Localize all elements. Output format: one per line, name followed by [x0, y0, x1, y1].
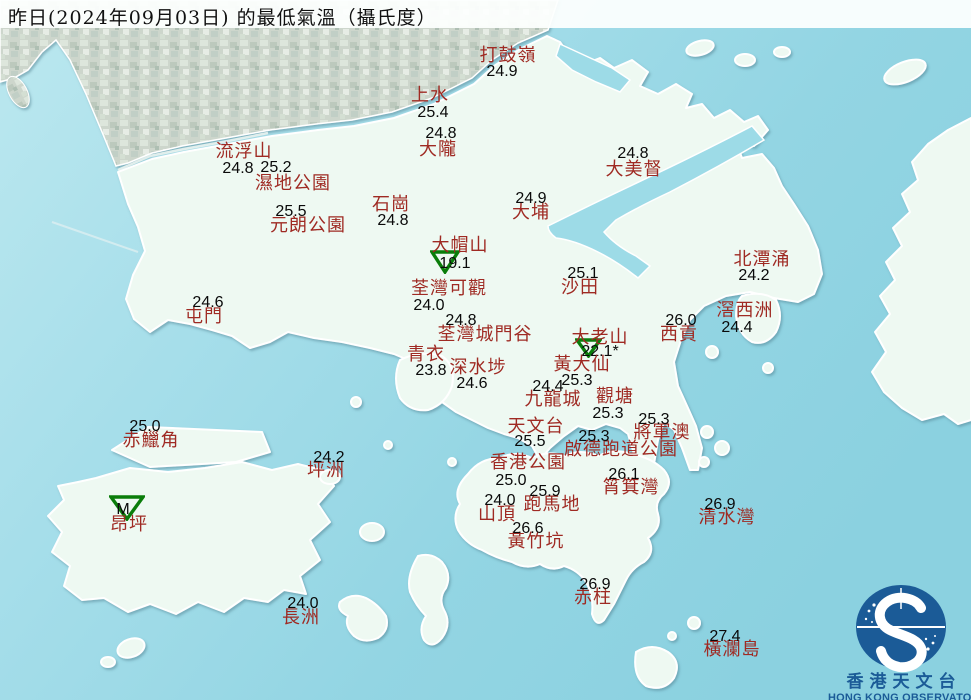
hko-logo: 香港天文台 HONG KONG OBSERVATORY	[828, 581, 971, 700]
station-value: 23.8	[415, 363, 446, 379]
station-value: 24.2	[738, 268, 769, 284]
station-value: 24.8	[425, 126, 456, 142]
station-value: 24.8	[445, 313, 476, 329]
station-value: 24.2	[313, 450, 344, 466]
station-name: 滘西洲	[717, 302, 774, 320]
station-name: 觀塘	[596, 388, 634, 406]
station-value: 25.5	[275, 204, 306, 220]
title-bar: 昨日(2024年09月03日) 的最低氣溫（攝氏度）	[0, 0, 971, 28]
station-value: 24.9	[515, 191, 546, 207]
station-value: 24.0	[287, 596, 318, 612]
station-name: 荃灣可觀	[411, 280, 487, 298]
station-name: 大帽山	[432, 237, 489, 255]
station-value: 25.4	[417, 105, 448, 121]
weather-map-screen: 昨日(2024年09月03日) 的最低氣溫（攝氏度） 打鼓嶺24.9上水25.4…	[0, 0, 971, 700]
station-value: 24.8	[617, 146, 648, 162]
station-name: 濕地公園	[255, 175, 331, 193]
station-name: 上水	[411, 87, 449, 105]
station-value: 24.6	[456, 376, 487, 392]
station-name: 昂坪	[110, 516, 148, 534]
station-value: 25.3	[638, 412, 669, 428]
station-value: 25.2	[260, 160, 291, 176]
station-value: 24.4	[721, 320, 752, 336]
station-value: 26.0	[665, 313, 696, 329]
station-name: 大美督	[606, 161, 663, 179]
station-layer: 打鼓嶺24.9上水25.4大隴24.8大美督24.8流浮山24.8濕地公園25.…	[0, 0, 971, 700]
page-title: 昨日(2024年09月03日) 的最低氣溫（攝氏度）	[8, 3, 437, 30]
station-value: 27.4	[709, 629, 740, 645]
station-value: 26.1	[608, 467, 639, 483]
station-value: 24.8	[377, 213, 408, 229]
station-value: M	[116, 502, 129, 518]
station-value: 25.3	[561, 373, 592, 389]
station-value: 24.9	[486, 64, 517, 80]
station-value: 24.0	[484, 493, 515, 509]
station-value: 25.3	[592, 406, 623, 422]
hko-name-chinese: 香港天文台	[828, 674, 971, 692]
station-value: 19.1	[439, 256, 470, 272]
station-value: 25.0	[495, 473, 526, 489]
station-value: 24.0	[413, 298, 444, 314]
station-value: 25.3	[578, 429, 609, 445]
station-name: 香港公園	[490, 454, 566, 472]
station-value: 26.9	[579, 577, 610, 593]
station-value: 24.8	[222, 161, 253, 177]
station-value: 25.5	[514, 434, 545, 450]
station-value: 24.6	[192, 295, 223, 311]
station-value: 25.1	[567, 266, 598, 282]
station-name: 大隴	[419, 141, 457, 159]
station-value: 26.9	[704, 497, 735, 513]
station-value: 26.6	[512, 521, 543, 537]
station-value: 24.4	[532, 379, 563, 395]
hko-name-english: HONG KONG OBSERVATORY	[828, 692, 971, 700]
station-value: 25.9	[529, 484, 560, 500]
hko-emblem-icon	[828, 581, 971, 673]
station-value: 25.0	[129, 419, 160, 435]
